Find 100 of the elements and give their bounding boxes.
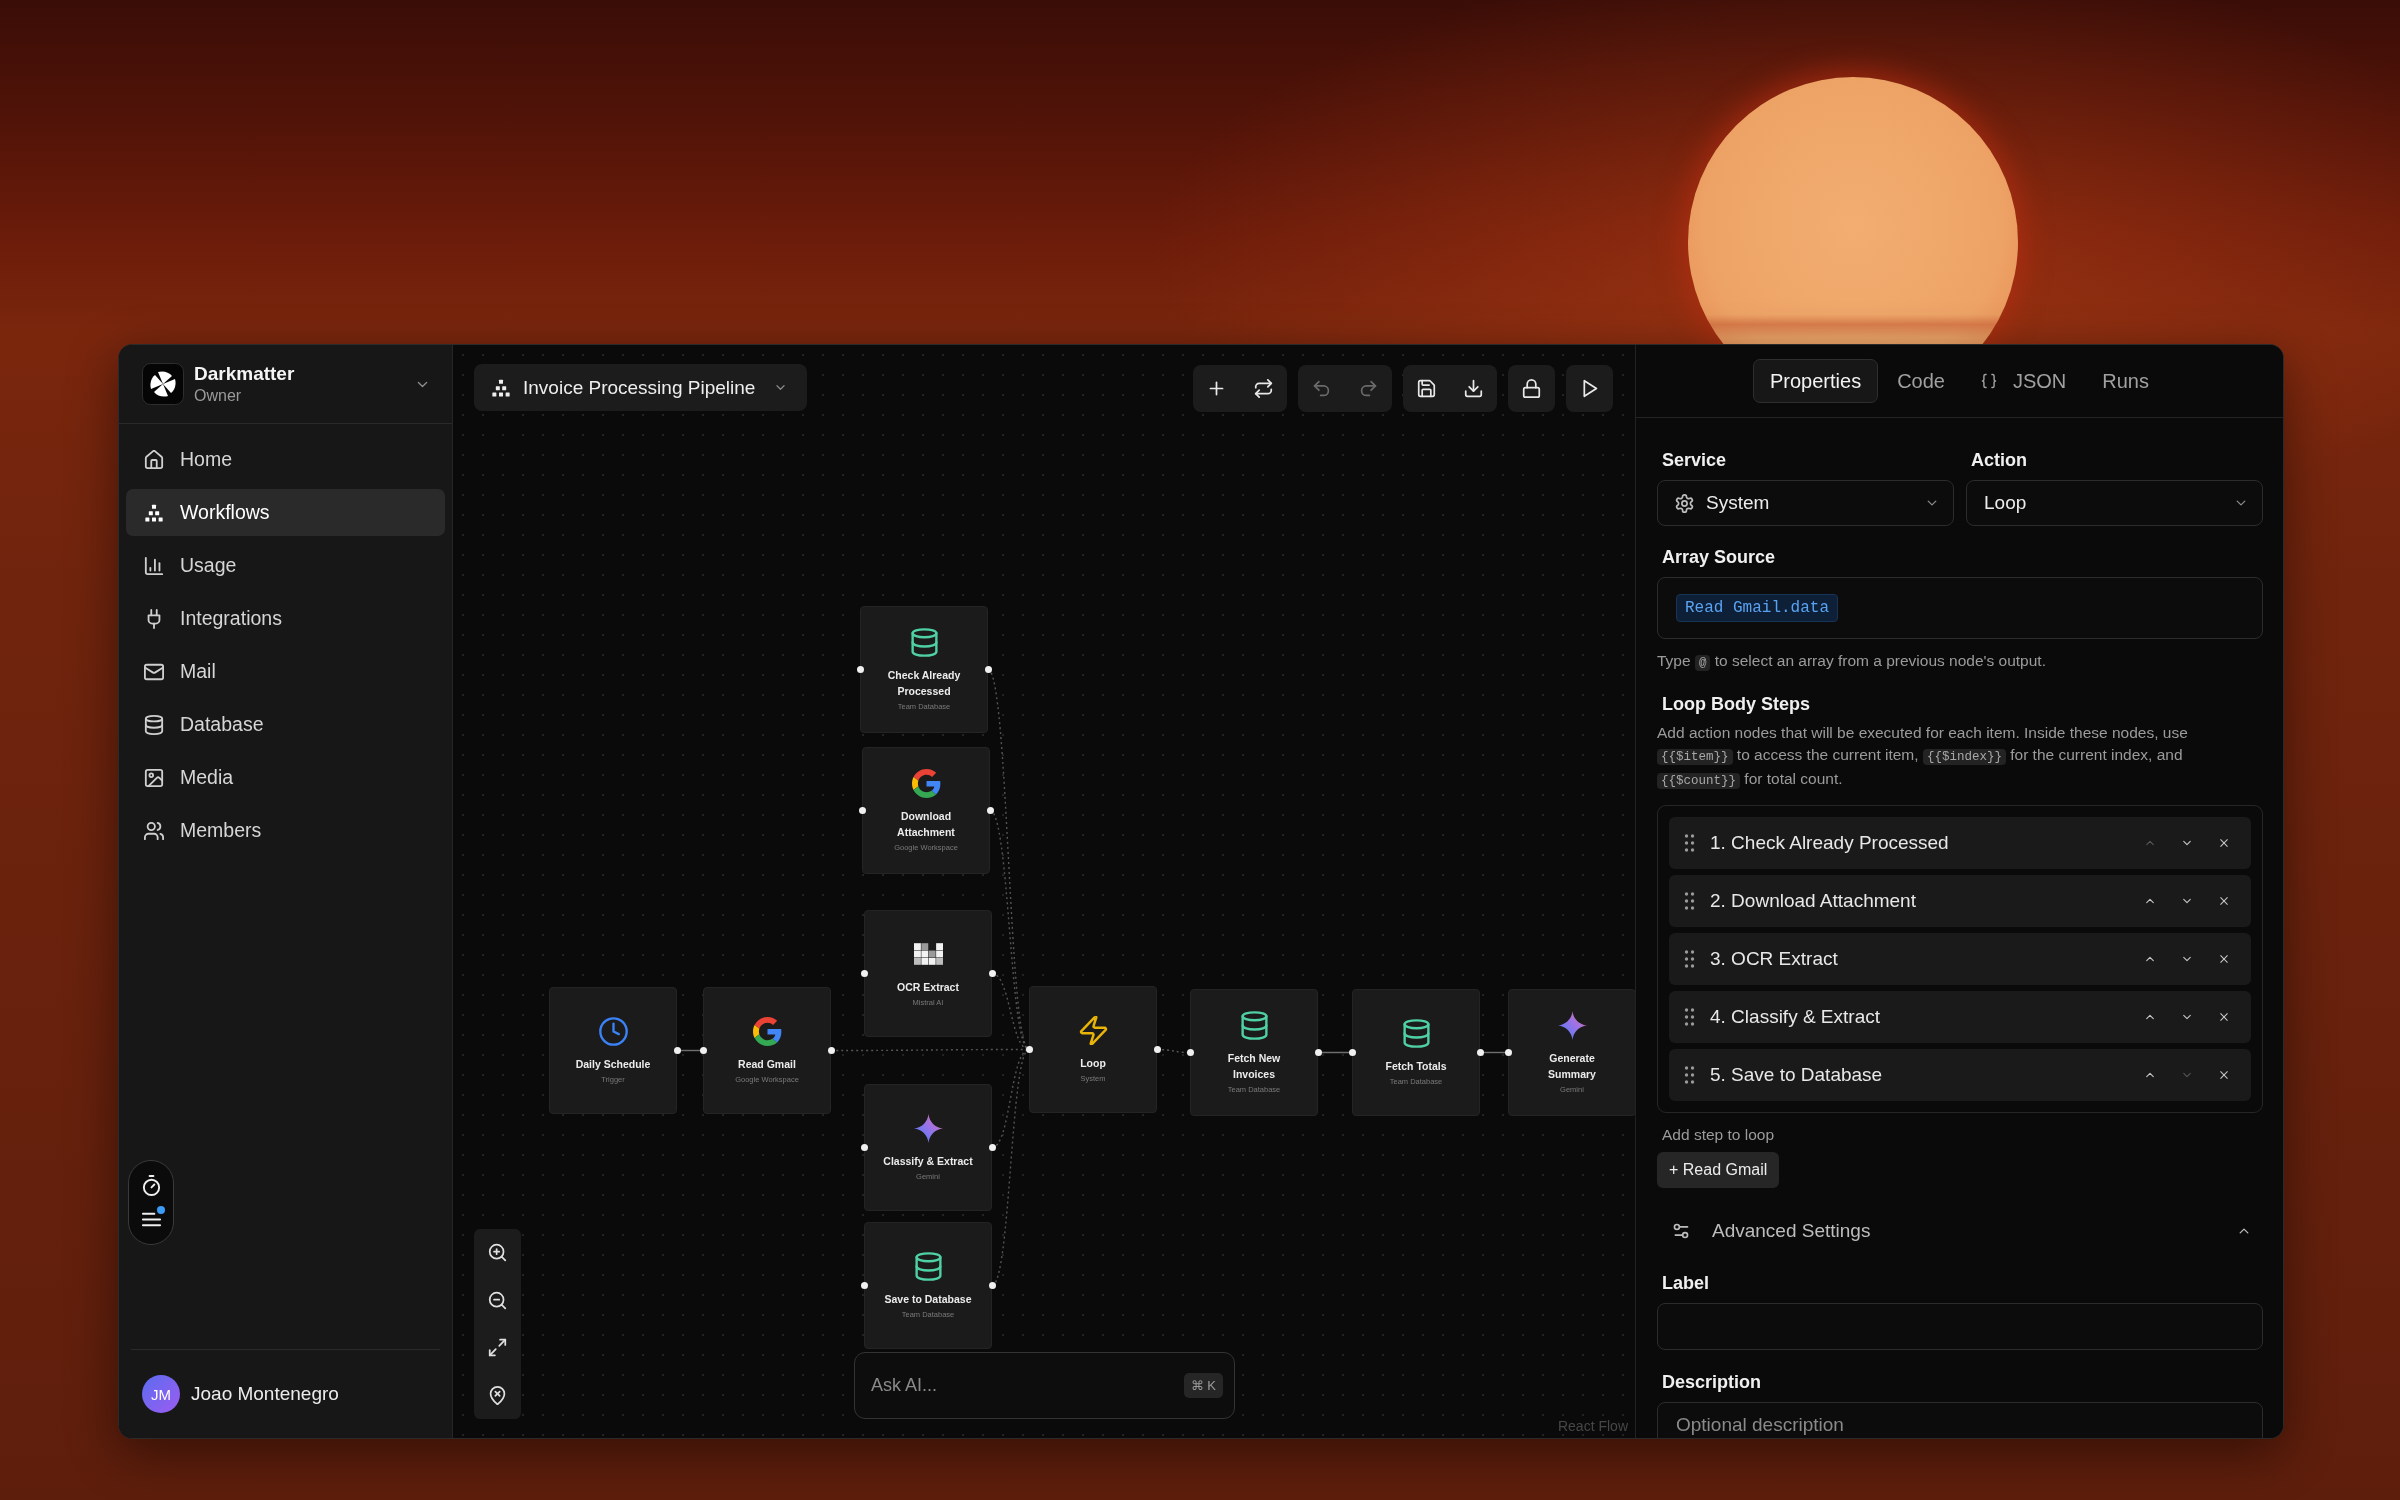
section-title: Loop Body Steps [1662, 693, 1810, 716]
tab[interactable]: Runs [2085, 359, 2166, 403]
x-icon[interactable] [2218, 836, 2230, 849]
connection-handle[interactable] [860, 1144, 868, 1151]
database-icon [1401, 1018, 1431, 1048]
connection-handle[interactable] [1153, 1046, 1161, 1053]
undo-arrow-icon [1312, 379, 1331, 398]
section-description: Add action nodes that will be executed for each item. Inside these nodes, use {{$item}} to access the current item, {{$index}} for the current index, and {{$count}} for total count. [1657, 723, 2189, 791]
user-name: Joao Montenegro [191, 1383, 339, 1405]
tab[interactable]: Code [1880, 359, 1962, 403]
action-select[interactable]: Loop [1966, 480, 2263, 526]
connection-handle[interactable] [858, 807, 866, 814]
sparkle-icon [913, 1113, 943, 1143]
connection-handle[interactable] [988, 970, 996, 977]
sliders-icon [1672, 1221, 1690, 1240]
user-avatar[interactable]: JM [142, 1375, 180, 1413]
connection-handle[interactable] [1186, 1049, 1194, 1056]
service-select[interactable]: System [1657, 480, 1954, 526]
stopwatch-icon[interactable] [140, 1174, 162, 1196]
advanced-settings-toggle[interactable]: Advanced Settings [1657, 1206, 2263, 1255]
pin-button[interactable] [474, 1371, 521, 1419]
x-icon[interactable] [2218, 1068, 2230, 1081]
connection-handle[interactable] [1348, 1049, 1356, 1056]
drag-handle-icon[interactable] [1684, 1065, 1695, 1084]
home-icon [144, 449, 164, 470]
connection-handle[interactable] [1314, 1049, 1322, 1056]
drag-handle-icon[interactable] [1684, 1007, 1695, 1026]
connection-handle[interactable] [673, 1047, 681, 1054]
nav-item[interactable]: Media [126, 754, 445, 801]
database-icon [909, 627, 939, 657]
map-pin-x-icon [488, 1385, 507, 1405]
connection-handle[interactable] [984, 666, 992, 673]
ask-ai-bar[interactable]: Ask AI... ⌘ K [854, 1352, 1235, 1419]
connection-handle[interactable] [827, 1047, 835, 1054]
repeat-arrows-icon [1254, 379, 1273, 398]
workflow-selector[interactable]: Invoice Processing Pipeline [474, 364, 808, 411]
x-icon[interactable] [2218, 952, 2230, 965]
download-button[interactable] [1450, 365, 1497, 412]
step-label: 2. Download Attachment [1710, 889, 1917, 912]
array-source-field[interactable]: Read Gmail.data [1657, 577, 2263, 639]
connection-handle[interactable] [860, 970, 868, 977]
lightning-bolt-icon [1078, 1015, 1108, 1045]
run-button[interactable] [1566, 365, 1613, 412]
node-title: Loop [1080, 1055, 1106, 1071]
x-icon[interactable] [2218, 894, 2230, 907]
workspace-role: Owner [194, 386, 242, 406]
connection-handle[interactable] [856, 666, 864, 673]
connection-handle[interactable] [860, 1282, 868, 1289]
connection-handle[interactable] [1025, 1046, 1033, 1053]
node-title: Generate Summary [1547, 1050, 1597, 1082]
nav-item[interactable]: Usage [126, 542, 445, 589]
text-input-field[interactable] [1657, 1302, 2263, 1350]
lock-button[interactable] [1508, 365, 1555, 412]
loop-step-item[interactable]: 2. Download Attachment [1669, 874, 2251, 927]
ask-ai-field[interactable]: Ask AI... [871, 1370, 1174, 1401]
drag-handle-icon[interactable] [1684, 891, 1695, 910]
nav-item[interactable]: Mail [126, 648, 445, 695]
hint-text: Type @ to select an array from a previous node's output. [1657, 651, 2047, 673]
node-title: Read Gmail [738, 1056, 796, 1072]
tab[interactable]: JSON [1963, 359, 2084, 403]
nav-item[interactable]: Home [126, 436, 445, 483]
x-icon[interactable] [2218, 1010, 2230, 1023]
connection-handle[interactable] [988, 1282, 996, 1289]
nav-item[interactable]: Members [126, 807, 445, 854]
nav-item[interactable]: Integrations [126, 595, 445, 642]
loop-step-item[interactable]: 1. Check Already Processed [1669, 816, 2251, 869]
nav-item[interactable]: Workflows [126, 489, 445, 536]
padlock-icon [1522, 379, 1541, 398]
text-input-field[interactable]: Optional description [1657, 1401, 2263, 1438]
zoom-in-button[interactable] [474, 1229, 521, 1277]
loop-step-item[interactable]: 5. Save to Database [1669, 1048, 2251, 1101]
connection-handle[interactable] [1476, 1049, 1484, 1056]
plus-icon [1207, 379, 1226, 398]
step-label: 5. Save to Database [1710, 1063, 1884, 1086]
nav-item[interactable]: Database [126, 701, 445, 748]
step-label: 1. Check Already Processed [1710, 831, 1950, 854]
connection-handle[interactable] [988, 1144, 996, 1151]
play-icon [1580, 379, 1599, 398]
download-icon [1464, 379, 1483, 398]
drag-handle-icon[interactable] [1684, 833, 1695, 852]
add-step-label: Add step to loop [1662, 1124, 1775, 1145]
zoom-in-icon [488, 1243, 507, 1263]
drag-handle-icon[interactable] [1684, 949, 1695, 968]
select-value: Loop [1984, 492, 2028, 514]
loop-step-item[interactable]: 4. Classify & Extract [1669, 990, 2251, 1043]
repeat-button[interactable] [1240, 365, 1287, 412]
add-step-button[interactable]: + Read Gmail [1657, 1151, 1780, 1188]
connection-handle[interactable] [699, 1047, 707, 1054]
database-icon [913, 1251, 943, 1281]
node-title: Classify & Extract [883, 1153, 973, 1169]
connection-handle[interactable] [1504, 1049, 1512, 1056]
loop-step-item[interactable]: 3. OCR Extract [1669, 932, 2251, 985]
node-title: Fetch Totals [1385, 1058, 1447, 1074]
select-value: System [1706, 492, 1771, 514]
save-button[interactable] [1403, 365, 1450, 412]
connection-handle[interactable] [986, 807, 994, 814]
step-label: 3. OCR Extract [1710, 947, 1839, 970]
node-title: OCR Extract [897, 979, 959, 995]
tab[interactable]: Properties [1753, 359, 1879, 403]
field-label: Array Source [1662, 546, 1776, 569]
